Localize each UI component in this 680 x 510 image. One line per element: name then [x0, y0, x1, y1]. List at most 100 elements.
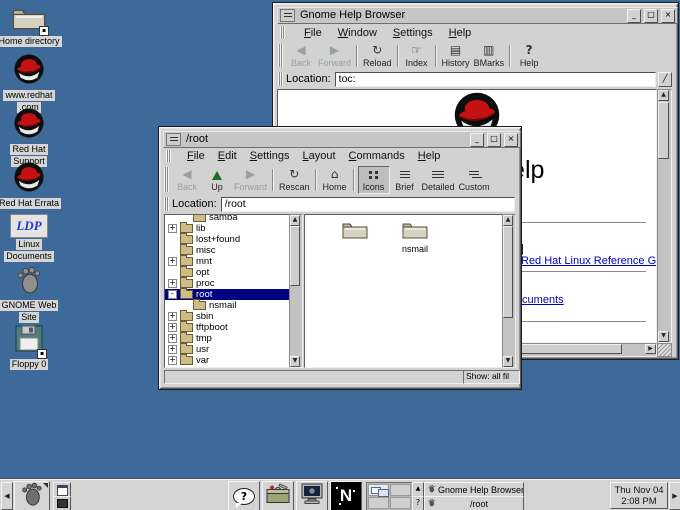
desktop-icon-label: Documents	[4, 251, 54, 262]
view-custom-button[interactable]: Custom	[457, 167, 492, 193]
view-detailed-button[interactable]: Detailed	[420, 167, 457, 193]
menu-help[interactable]: Help	[449, 27, 472, 39]
locationbar-drag-handle[interactable]	[278, 72, 283, 86]
view-brief-button[interactable]: Brief	[390, 167, 420, 193]
file-item[interactable]	[333, 219, 377, 244]
forward-button[interactable]: ▶ Forward	[316, 43, 353, 69]
back-button[interactable]: ◀ Back	[286, 43, 316, 69]
minimize-button[interactable]: _	[627, 9, 641, 23]
desktop-icon-ldp[interactable]: LDP Linux Documents	[0, 214, 58, 262]
mini-applet-top-button[interactable]	[53, 482, 71, 497]
up-button[interactable]: Up	[202, 167, 232, 193]
location-input[interactable]	[221, 197, 515, 212]
desktop-icon-floppy[interactable]: ▪ Floppy 0	[0, 325, 58, 370]
desktop-icon-red-hat-support[interactable]: Red Hat Support	[0, 108, 58, 167]
scroll-up-button[interactable]: ▲	[503, 215, 513, 226]
tree-expander[interactable]: +	[168, 312, 177, 321]
bmarks-button[interactable]: ▥ BMarks	[472, 43, 507, 69]
file-item[interactable]: nsmail	[393, 219, 437, 254]
maximize-button[interactable]: □	[644, 9, 658, 23]
scrollbar-thumb[interactable]	[658, 102, 669, 159]
workspace-1[interactable]	[368, 484, 389, 496]
desktop-icon-www-redhat-com[interactable]: www.redhat .com	[0, 54, 58, 113]
help-vertical-scrollbar[interactable]: ▲ ▼	[657, 89, 672, 343]
config-toolbox-launcher[interactable]	[262, 481, 294, 510]
task-button-root[interactable]: /root	[424, 496, 524, 510]
main-menu-button[interactable]	[14, 481, 50, 510]
tree-expander[interactable]: -	[168, 290, 177, 299]
menu-window[interactable]: Window	[338, 27, 377, 39]
locationbar-drag-handle[interactable]	[164, 197, 169, 211]
tree-item-selected[interactable]: - root	[165, 289, 290, 300]
scroll-up-button[interactable]: ▲	[658, 90, 669, 101]
minimize-button[interactable]: _	[470, 133, 484, 147]
menubar-drag-handle[interactable]	[166, 150, 171, 162]
tree-expander[interactable]: +	[168, 323, 177, 332]
tree-expander[interactable]: +	[168, 356, 177, 365]
forward-button[interactable]: ▶ Forward	[232, 167, 269, 193]
tree-expander[interactable]: +	[168, 257, 177, 266]
reference-guide-link[interactable]: Red Hat Linux Reference Guide	[521, 255, 657, 267]
scroll-down-button[interactable]: ▼	[290, 356, 300, 367]
workspace-2[interactable]	[390, 484, 411, 496]
desktop-icon-red-hat-errata[interactable]: Red Hat Errata	[0, 162, 58, 209]
close-button[interactable]: ×	[504, 133, 518, 147]
scroll-right-button[interactable]: ▶	[645, 344, 656, 354]
history-button[interactable]: ▤ History	[440, 43, 472, 69]
home-button[interactable]: ⌂ Home	[320, 167, 350, 193]
panel-hide-right-button[interactable]: ▶	[669, 482, 680, 510]
tree-expander[interactable]: +	[168, 345, 177, 354]
tree-expander[interactable]: +	[168, 334, 177, 343]
menu-file[interactable]: File	[187, 150, 205, 162]
window-menu-icon[interactable]	[280, 9, 295, 22]
fm-location-bar: Location:	[163, 195, 515, 213]
file-panel-scrollbar[interactable]: ▲ ▼	[502, 214, 516, 368]
menu-commands[interactable]: Commands	[349, 150, 405, 162]
fm-window-titlebar[interactable]: /root _ □ ×	[163, 131, 521, 148]
scrollbar-thumb[interactable]	[503, 226, 513, 318]
menu-help[interactable]: Help	[418, 150, 441, 162]
desktop-icon-home-directory[interactable]: ▪ Home directory	[0, 4, 58, 47]
menu-edit[interactable]: Edit	[218, 150, 237, 162]
toolbar-drag-handle[interactable]	[164, 167, 169, 192]
help-button[interactable]: ? Help	[514, 43, 544, 69]
pager-question-button[interactable]: ?	[412, 496, 424, 510]
tree-scrollbar[interactable]: ▲ ▼	[289, 214, 303, 368]
help-window-titlebar[interactable]: Gnome Help Browser _ □ ×	[277, 7, 678, 24]
desktop-icon-gnome-web-site[interactable]: GNOME Web Site	[0, 266, 58, 323]
back-button[interactable]: ◀ Back	[172, 167, 202, 193]
tree-expander[interactable]: +	[168, 279, 177, 288]
scrollbar-thumb[interactable]	[290, 226, 300, 286]
view-icons-button[interactable]: Icons	[358, 166, 390, 194]
mini-applet-bottom-button[interactable]	[53, 496, 71, 510]
menu-settings[interactable]: Settings	[393, 27, 433, 39]
scroll-down-button[interactable]: ▼	[658, 331, 669, 342]
close-button[interactable]: ×	[661, 9, 675, 23]
rescan-button[interactable]: ↻ Rescan	[277, 167, 312, 193]
reload-button[interactable]: ↻ Reload	[361, 43, 394, 69]
tree-item[interactable]: + var	[165, 355, 290, 366]
maximize-button[interactable]: □	[487, 133, 501, 147]
workspace-3[interactable]	[368, 497, 389, 509]
clock-applet[interactable]: Thu Nov 04 2:08 PM	[610, 482, 668, 509]
workspace-4[interactable]	[390, 497, 411, 509]
resize-grip[interactable]	[657, 343, 672, 357]
menu-settings[interactable]: Settings	[250, 150, 290, 162]
location-action-button[interactable]: ╱	[658, 72, 672, 87]
tree-expander[interactable]: +	[168, 224, 177, 233]
pager-tasklist-arrow-button[interactable]: ▲	[412, 482, 424, 497]
netscape-launcher[interactable]: N	[330, 481, 362, 510]
task-button-help-browser[interactable]: Gnome Help Browser	[424, 482, 524, 497]
toolbar-drag-handle[interactable]	[278, 44, 283, 67]
help-launcher[interactable]: ?	[228, 481, 260, 510]
location-input[interactable]	[335, 72, 656, 87]
scroll-down-button[interactable]: ▼	[503, 356, 513, 367]
terminal-launcher[interactable]	[296, 481, 328, 510]
index-button[interactable]: ☞ Index	[402, 43, 432, 69]
menubar-drag-handle[interactable]	[280, 26, 285, 39]
scroll-up-button[interactable]: ▲	[290, 215, 300, 226]
menu-layout[interactable]: Layout	[302, 150, 335, 162]
menu-file[interactable]: File	[304, 27, 322, 39]
panel-hide-left-button[interactable]: ◀	[1, 482, 13, 510]
window-menu-icon[interactable]	[166, 133, 181, 146]
